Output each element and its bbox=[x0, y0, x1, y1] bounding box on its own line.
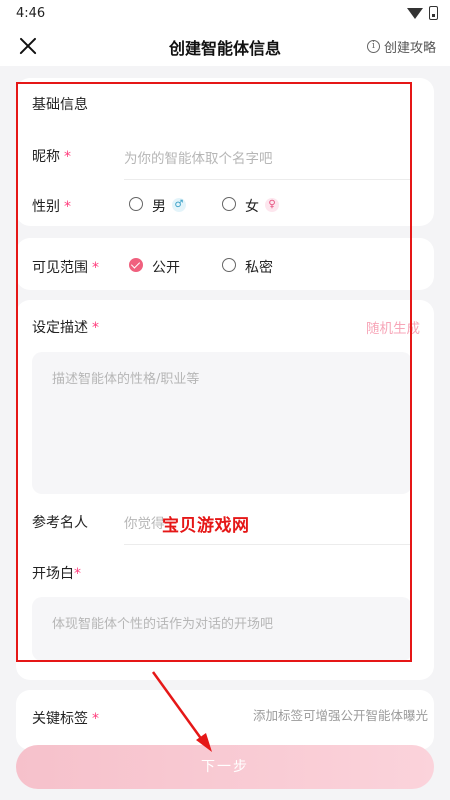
tags-label: 关键标签 * bbox=[32, 708, 99, 728]
next-button[interactable]: 下一步 bbox=[16, 745, 434, 789]
annotation-highlight-box bbox=[16, 82, 412, 662]
required-mark: * bbox=[92, 711, 99, 727]
wifi-icon bbox=[407, 7, 423, 19]
status-time: 4:46 bbox=[16, 5, 46, 21]
info-icon: i bbox=[366, 40, 380, 53]
tags-hint[interactable]: 添加标签可增强公开智能体曝光 bbox=[253, 705, 428, 724]
tags-label-text: 关键标签 bbox=[32, 711, 88, 727]
status-bar: 4:46 bbox=[0, 0, 450, 26]
watermark-text: 宝贝游戏网 bbox=[162, 516, 250, 536]
guide-link[interactable]: i 创建攻略 bbox=[366, 37, 436, 56]
guide-label: 创建攻略 bbox=[383, 41, 436, 56]
header: 创建智能体信息 i 创建攻略 bbox=[0, 26, 450, 66]
battery-icon bbox=[429, 6, 438, 20]
status-icons bbox=[407, 6, 438, 20]
